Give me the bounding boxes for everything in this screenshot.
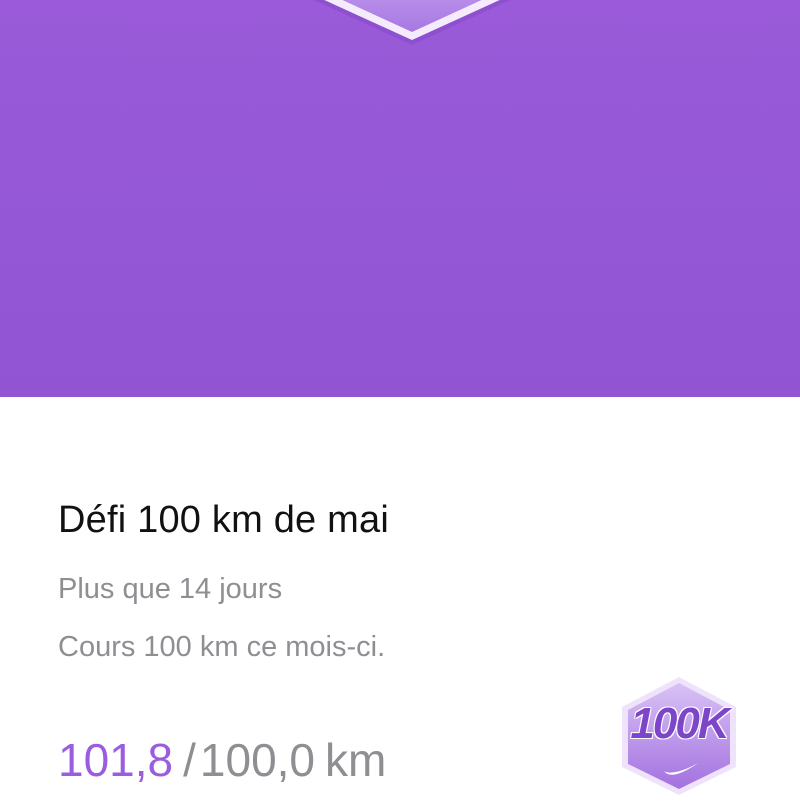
current-distance: 101,8 [58,734,174,786]
badge-label: 100K [630,699,729,748]
hexagon-badge-icon [313,0,511,45]
challenge-description: Cours 100 km ce mois-ci. [58,631,386,663]
distance-unit: km [325,734,387,786]
challenge-hero-banner [0,0,800,397]
challenge-details: Défi 100 km de mai Plus que 14 jours Cou… [0,397,800,801]
progress-separator: / [183,734,196,786]
challenge-title: Défi 100 km de mai [58,499,389,541]
days-remaining: Plus que 14 jours [58,573,283,605]
distance-progress: 101,8/100,0 km [58,737,386,783]
challenge-badge: 100K [614,675,744,795]
target-distance: 100,0 [199,734,316,786]
